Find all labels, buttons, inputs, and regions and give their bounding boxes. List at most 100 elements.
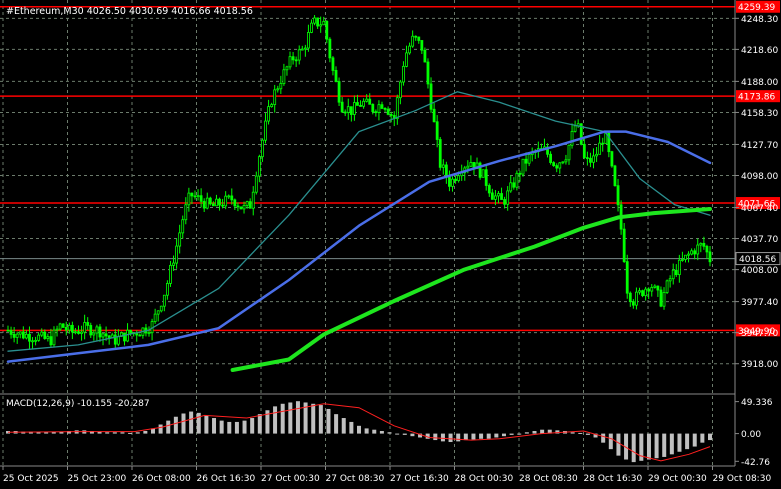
candle-body (395, 97, 399, 120)
candle-body (227, 195, 231, 198)
macd-hist-bar (486, 433, 491, 439)
candle-body (359, 105, 362, 107)
candle-body (159, 305, 163, 312)
macd-hist-bar (585, 433, 590, 435)
macd-hist-bar (509, 433, 514, 435)
time-tick-label: 25 Oct 2025 (3, 474, 59, 484)
macd-hist-bar (395, 433, 400, 435)
candle-body (567, 144, 571, 161)
macd-hist-bar (357, 425, 361, 434)
candle-body (138, 334, 142, 337)
candle-body (83, 322, 87, 333)
macd-hist-bar (524, 432, 529, 434)
candle-body (441, 164, 445, 168)
time-tick-label: 27 Oct 08:30 (326, 474, 385, 484)
candle-body (622, 228, 626, 263)
macd-hist-bar (143, 431, 148, 434)
candle-body (172, 262, 175, 266)
candle-body (659, 289, 663, 307)
price-tick-label: 3977.40 (741, 298, 778, 308)
candle-body (98, 326, 102, 338)
candle-body (233, 199, 237, 207)
candle-body (466, 165, 470, 169)
macd-hist-bar (364, 428, 369, 434)
candle-body (432, 108, 436, 123)
macd-hist-bar (341, 418, 346, 434)
candle-body (414, 35, 418, 38)
candle-body (257, 156, 261, 177)
candle-body (687, 253, 690, 256)
candle-body (641, 290, 644, 297)
macd-hist-bar (318, 405, 323, 434)
candle-body (310, 22, 313, 33)
price-chart[interactable]: #Ethereum,M30 4026.50 4030.69 4016.66 40… (0, 0, 781, 489)
candle-body (211, 203, 215, 207)
macd-hist-bar (372, 429, 377, 434)
candle-body (595, 153, 598, 157)
candle-body (585, 157, 589, 160)
macd-hist-bar (440, 433, 445, 442)
candle-body (297, 49, 301, 61)
candle-body (398, 81, 402, 99)
candle-body (52, 329, 56, 346)
candle-body (239, 206, 243, 210)
candle-body (113, 334, 117, 345)
candle-body (377, 104, 381, 113)
candle-body (80, 331, 83, 334)
candle-body (307, 32, 310, 49)
candle-body (270, 104, 274, 107)
candle-body (18, 331, 22, 335)
time-tick-label: 27 Oct 16:30 (390, 474, 449, 484)
macd-hist-bar (471, 433, 476, 440)
symbol-header: #Ethereum,M30 4026.50 4030.69 4016.66 40… (6, 6, 253, 17)
candle-body (331, 57, 335, 71)
candle-body (208, 197, 212, 205)
level-label: 4173.86 (738, 93, 775, 103)
price-tick-label: 4098.00 (741, 172, 778, 182)
candle-body (518, 172, 522, 175)
candle-body (503, 199, 507, 205)
candle-body (89, 325, 93, 336)
candle-body (92, 332, 96, 336)
macd-hist-bar (112, 432, 117, 434)
price-tick-label: 4248.30 (741, 15, 778, 25)
macd-hist-bar (517, 433, 522, 435)
candle-body (64, 327, 68, 331)
candle-body (316, 17, 320, 27)
candle-body (245, 201, 249, 206)
candle-body (616, 185, 620, 206)
candle-body (380, 104, 384, 109)
level-label: 4259.39 (738, 3, 775, 13)
candle-body (570, 130, 574, 146)
time-tick-label: 26 Oct 16:30 (197, 474, 256, 484)
candle-body (705, 245, 709, 253)
candle-body (187, 192, 191, 206)
macd-hist-bar (578, 432, 583, 434)
candle-body (610, 151, 614, 167)
macd-hist-bar (212, 418, 217, 434)
candle-body (236, 205, 240, 208)
time-tick-label: 29 Oct 08:30 (713, 474, 772, 484)
macd-hist-bar (433, 433, 438, 441)
candle-body (368, 98, 372, 105)
candle-body (300, 48, 304, 51)
candle-body (454, 178, 457, 181)
candle-body (469, 162, 473, 167)
candle-body (196, 195, 200, 198)
candle-body (337, 81, 341, 103)
candle-body (631, 301, 635, 306)
candle-body (169, 264, 172, 284)
time-tick-label: 25 Oct 23:00 (68, 474, 127, 484)
candle-body (693, 250, 697, 255)
macd-hist-bar (250, 418, 255, 434)
time-tick-label: 28 Oct 00:30 (455, 474, 514, 484)
candle-body (402, 65, 405, 83)
candle-body (613, 165, 617, 187)
candle-body (671, 269, 675, 280)
candle-body (512, 182, 516, 188)
candle-body (435, 121, 439, 140)
macd-hist-bar (387, 432, 392, 434)
candle-body (426, 61, 430, 85)
macd-hist-bar (227, 421, 232, 434)
macd-hist-bar (120, 432, 125, 434)
